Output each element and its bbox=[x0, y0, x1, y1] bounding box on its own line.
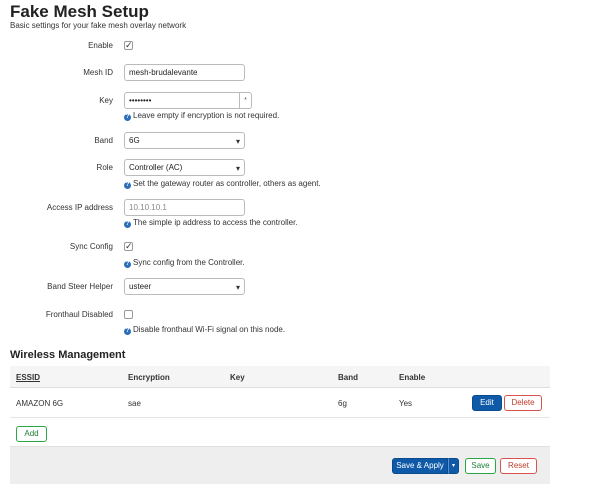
column-enable: Enable bbox=[399, 373, 426, 382]
action-footer: Save & Apply ▾ Save Reset bbox=[10, 446, 550, 484]
sync-config-help-text: Sync config from the Controller. bbox=[133, 258, 245, 267]
help-icon: ? bbox=[124, 114, 131, 121]
chevron-down-icon: ▾ bbox=[235, 137, 240, 146]
role-label: Role bbox=[96, 163, 113, 172]
check-icon: ✓ bbox=[125, 40, 133, 50]
band-label: Band bbox=[94, 136, 113, 145]
band-steer-select-value: usteer bbox=[129, 282, 152, 291]
band-steer-label: Band Steer Helper bbox=[47, 282, 113, 291]
sync-config-checkbox[interactable]: ✓ bbox=[124, 241, 133, 251]
help-icon: ? bbox=[124, 182, 131, 189]
column-band: Band bbox=[338, 373, 358, 382]
wireless-section-title: Wireless Management bbox=[10, 349, 126, 361]
edit-button[interactable]: Edit bbox=[472, 395, 502, 411]
save-apply-button[interactable]: Save & Apply bbox=[392, 458, 448, 474]
enable-checkbox[interactable]: ✓ bbox=[124, 40, 133, 50]
mesh-id-input[interactable]: mesh-brudalevante bbox=[124, 64, 245, 81]
key-input[interactable]: •••••••• bbox=[124, 92, 240, 109]
chevron-down-icon: ▾ bbox=[235, 283, 240, 292]
help-icon: ? bbox=[124, 328, 131, 335]
page-title: Fake Mesh Setup bbox=[10, 2, 149, 21]
access-ip-help-text: The simple ip address to access the cont… bbox=[133, 218, 298, 227]
band-select-value: 6G bbox=[129, 136, 140, 145]
key-help: ? Leave empty if encryption is not requir… bbox=[124, 111, 279, 121]
band-select[interactable]: 6G ▾ bbox=[124, 132, 245, 149]
delete-button[interactable]: Delete bbox=[504, 395, 542, 411]
sync-config-label: Sync Config bbox=[69, 242, 113, 251]
column-essid[interactable]: ESSID bbox=[16, 373, 40, 382]
fronthaul-help: ? Disable fronthaul Wi-Fi signal on this … bbox=[124, 325, 285, 335]
fronthaul-help-text: Disable fronthaul Wi-Fi signal on this n… bbox=[133, 325, 286, 334]
access-ip-help: ? The simple ip address to access the con… bbox=[124, 218, 298, 228]
reset-button[interactable]: Reset bbox=[500, 458, 537, 474]
check-icon: ✓ bbox=[125, 241, 133, 251]
column-encryption: Encryption bbox=[128, 373, 170, 382]
role-select[interactable]: Controller (AC) ▾ bbox=[124, 159, 245, 176]
table-header: ESSID Encryption Key Band Enable bbox=[10, 366, 550, 388]
access-ip-input[interactable]: 10.10.10.1 bbox=[124, 199, 245, 216]
key-help-text: Leave empty if encryption is not require… bbox=[133, 111, 280, 120]
chevron-down-icon: ▾ bbox=[451, 463, 455, 469]
row-band: 6g bbox=[338, 399, 347, 408]
add-button[interactable]: Add bbox=[16, 426, 47, 442]
row-enable: Yes bbox=[399, 399, 413, 408]
sync-config-help: ? Sync config from the Controller. bbox=[124, 258, 245, 268]
page-description: Basic settings for your fake mesh overla… bbox=[10, 21, 187, 30]
band-steer-select[interactable]: usteer ▾ bbox=[124, 278, 245, 295]
save-button[interactable]: Save bbox=[465, 458, 496, 474]
role-help: ? Set the gateway router as controller, o… bbox=[124, 179, 321, 189]
table-row: AMAZON 6G sae 6g Yes Edit Delete bbox=[10, 388, 550, 418]
save-apply-dropdown-button[interactable]: ▾ bbox=[448, 458, 459, 474]
wireless-table: ESSID Encryption Key Band Enable AMAZON … bbox=[10, 366, 550, 418]
row-essid: AMAZON 6G bbox=[16, 399, 64, 408]
help-icon: ? bbox=[124, 261, 131, 268]
enable-label: Enable bbox=[88, 41, 113, 50]
mesh-id-label: Mesh ID bbox=[83, 68, 113, 77]
access-ip-label: Access IP address bbox=[46, 203, 113, 212]
key-label: Key bbox=[99, 96, 113, 105]
reveal-password-button[interactable]: * bbox=[240, 92, 252, 109]
fronthaul-checkbox[interactable] bbox=[124, 310, 133, 319]
role-help-text: Set the gateway router as controller, ot… bbox=[133, 179, 321, 188]
fronthaul-label: Fronthaul Disabled bbox=[45, 310, 113, 319]
chevron-down-icon: ▾ bbox=[235, 164, 240, 173]
row-encryption: sae bbox=[128, 399, 141, 408]
column-key: Key bbox=[230, 373, 245, 382]
help-icon: ? bbox=[124, 221, 131, 228]
role-select-value: Controller (AC) bbox=[129, 163, 183, 172]
